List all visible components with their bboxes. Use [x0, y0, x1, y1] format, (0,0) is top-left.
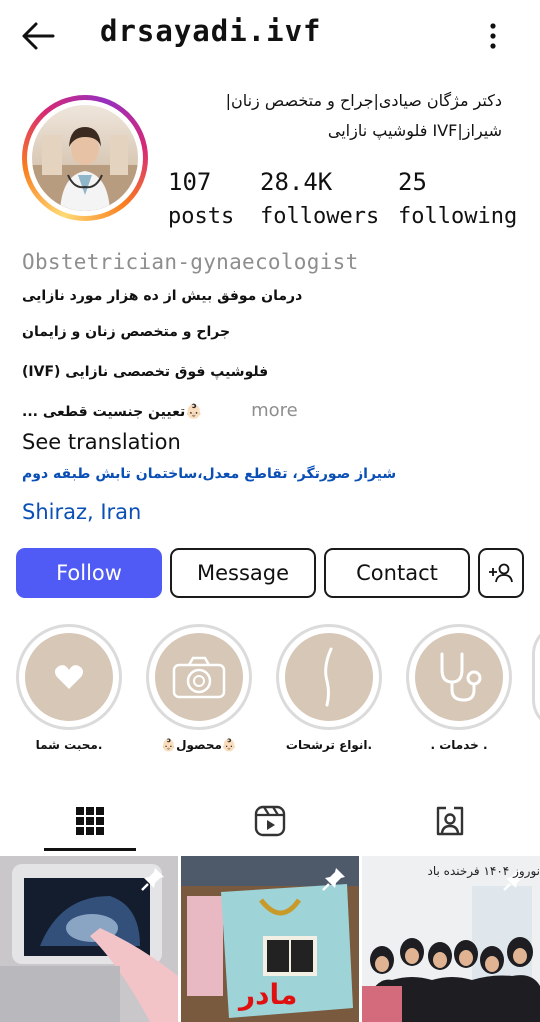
posts-count: 107 — [168, 168, 212, 196]
bio-line-2: جراح و متخصص زنان و زایمان — [22, 324, 231, 340]
highlight-cover — [25, 633, 113, 721]
post-thumbnail[interactable]: مادر — [181, 856, 359, 1022]
profile-full-name: دکتر مژگان صیادی|جراح و متخصص زنان| شیرا… — [225, 91, 502, 140]
bio-line-4-text: 👶🏻تعیین جنسیت قطعی ... — [22, 404, 203, 420]
posts-stat[interactable]: 107 posts — [168, 168, 234, 229]
tab-posts[interactable] — [0, 790, 180, 852]
post-caption-mother: مادر — [239, 978, 298, 1011]
active-tab-indicator — [44, 848, 136, 851]
pin-icon — [141, 868, 164, 891]
add-user-icon — [489, 563, 513, 583]
uterus-line-icon — [324, 647, 333, 707]
followers-label: followers — [260, 204, 380, 229]
contact-button[interactable]: Contact — [324, 548, 470, 598]
following-stat[interactable]: 25 following — [398, 168, 517, 229]
highlight-ring — [276, 624, 382, 730]
follow-button[interactable]: Follow — [16, 548, 162, 598]
address-link[interactable]: شیراز صورتگر، تقاطع معدل،ساختمان تابش طب… — [22, 466, 396, 482]
highlight-item[interactable]: 👶🏻محصول👶🏻 — [146, 624, 252, 752]
stethoscope-icon — [440, 652, 482, 702]
highlight-cover — [155, 633, 243, 721]
posts-label: posts — [168, 204, 235, 229]
avatar-border — [27, 100, 143, 216]
see-translation-link[interactable]: See translation — [22, 430, 181, 454]
highlight-label: . خدمات . — [430, 738, 488, 752]
highlight-ring — [16, 624, 122, 730]
bio-more-link[interactable]: more — [251, 400, 298, 421]
grid-icon — [76, 807, 104, 835]
highlight-cover — [415, 633, 503, 721]
following-label: following — [398, 204, 518, 229]
username-title: drsayadi.ivf — [100, 14, 322, 48]
bio-line-3: فلوشیپ فوق تخصصی نازایی (IVF) — [22, 364, 269, 380]
highlight-item[interactable]: .محبت شما — [16, 624, 122, 752]
followers-count: 28.4K — [260, 168, 333, 196]
highlight-label: .انواع ترشحات — [285, 738, 373, 752]
profile-tab-bar — [0, 790, 540, 852]
followers-stat[interactable]: 28.4K followers — [260, 168, 379, 229]
top-bar: drsayadi.ivf — [0, 0, 540, 72]
highlight-item[interactable]: . خدمات . — [406, 624, 512, 752]
avatar[interactable] — [32, 105, 138, 211]
pin-icon — [322, 868, 345, 891]
bio-line-1: درمان موفق بیش از ده هزار مورد نازایی — [22, 288, 303, 304]
posts-grid: مادر نوروز ۱۴۰۴ فرخنده باد — [0, 856, 540, 1022]
highlight-ring — [406, 624, 512, 730]
tab-tagged[interactable] — [360, 790, 540, 852]
highlight-label: 👶🏻محصول👶🏻 — [161, 738, 237, 752]
highlight-item-partial[interactable] — [532, 624, 540, 730]
heart-icon — [54, 665, 84, 689]
message-button[interactable]: Message — [170, 548, 316, 598]
arrow-left-icon[interactable] — [20, 20, 56, 52]
highlight-label: .محبت شما — [35, 738, 103, 752]
add-user-button[interactable] — [478, 548, 524, 598]
bio-line-4: 👶🏻تعیین جنسیت قطعی ... more — [22, 400, 342, 421]
tab-reels[interactable] — [180, 790, 360, 852]
reels-icon — [254, 805, 286, 837]
post-caption-nowruz: نوروز ۱۴۰۴ فرخنده باد — [427, 864, 540, 878]
following-count: 25 — [398, 168, 427, 196]
post-thumbnail[interactable]: نوروز ۱۴۰۴ فرخنده باد — [362, 856, 540, 1022]
camera-icon — [172, 656, 226, 699]
avatar-photo — [32, 127, 138, 211]
profile-category: Obstetrician-gynaecologist — [22, 250, 359, 274]
story-ring[interactable] — [22, 95, 148, 221]
post-thumbnail[interactable] — [0, 856, 178, 1022]
tagged-person-icon — [436, 806, 464, 836]
highlight-item[interactable]: .انواع ترشحات — [276, 624, 382, 752]
more-vertical-icon[interactable] — [486, 22, 500, 50]
highlight-ring — [146, 624, 252, 730]
highlight-cover — [285, 633, 373, 721]
location-link[interactable]: Shiraz, Iran — [22, 500, 141, 524]
